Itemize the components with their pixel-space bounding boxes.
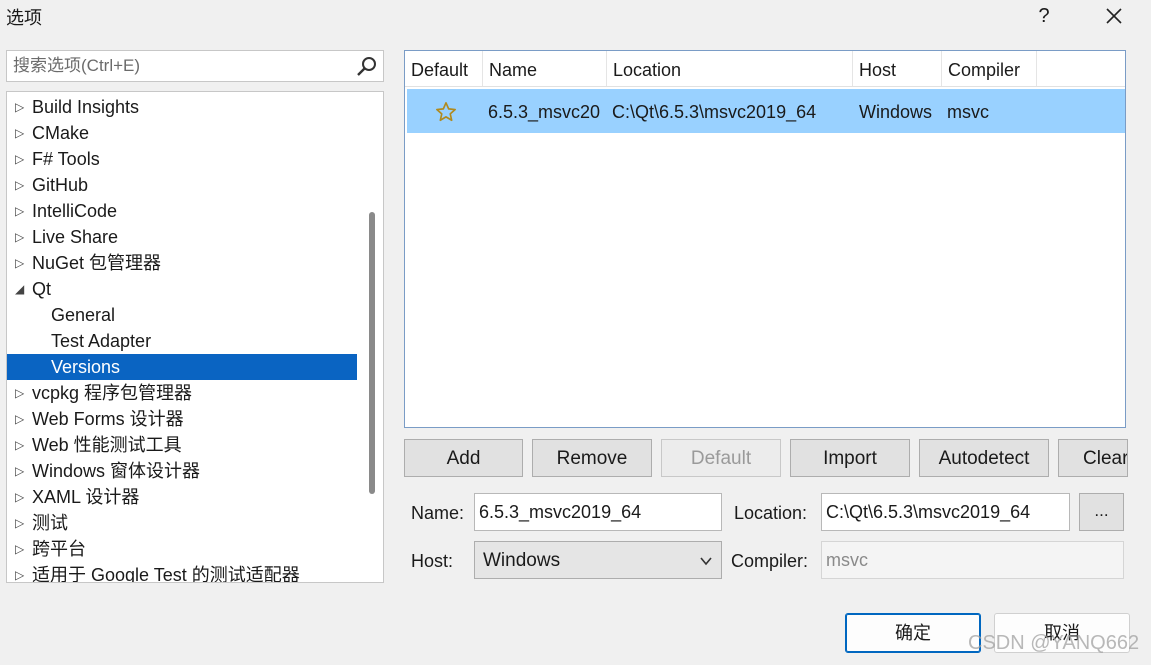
cell-compiler: msvc xyxy=(947,102,989,122)
tree-item[interactable]: ▷ 测试 xyxy=(7,510,357,536)
tree-item-label: NuGet 包管理器 xyxy=(32,253,162,273)
watermark: CSDN @YANQ662 xyxy=(968,632,1140,654)
host-label: Host: xyxy=(411,551,454,571)
tree-item[interactable]: ▷ CMake xyxy=(7,120,357,146)
collapsed-arrow-icon[interactable]: ▷ xyxy=(15,406,27,432)
default-button[interactable]: Default xyxy=(661,439,781,477)
tree-item-label: Versions xyxy=(51,357,121,377)
collapsed-arrow-icon[interactable]: ▷ xyxy=(15,510,27,536)
cell-host: Windows xyxy=(859,102,933,122)
tree-item[interactable]: ▷ IntelliCode xyxy=(7,198,357,224)
tree-item-label: vcpkg 程序包管理器 xyxy=(32,383,193,403)
tree-item-label: Test Adapter xyxy=(51,331,152,351)
tree-item[interactable]: ▷ 跨平台 xyxy=(7,536,357,562)
column-header-host[interactable]: Host xyxy=(853,51,942,86)
column-header-location[interactable]: Location xyxy=(607,51,853,86)
tree-item[interactable]: Versions xyxy=(7,354,357,380)
tree-item[interactable]: ▷ Web Forms 设计器 xyxy=(7,406,357,432)
tree-item-label: 适用于 Google Test 的测试适配器 xyxy=(32,565,300,583)
collapsed-arrow-icon[interactable]: ▷ xyxy=(15,120,27,146)
table-row[interactable]: 6.5.3_msvc20 C:\Qt\6.5.3\msvc2019_64 Win… xyxy=(407,89,1125,133)
tree-item-label: 跨平台 xyxy=(32,539,86,559)
tree-item-label: CMake xyxy=(32,123,90,143)
tree-item[interactable]: ◢ Qt xyxy=(7,276,357,302)
chevron-down-icon xyxy=(700,557,712,566)
collapsed-arrow-icon[interactable]: ▷ xyxy=(15,562,27,582)
tree-item[interactable]: Test Adapter xyxy=(7,328,357,354)
collapsed-arrow-icon[interactable]: ▷ xyxy=(15,224,27,250)
collapsed-arrow-icon[interactable]: ▷ xyxy=(15,250,27,276)
collapsed-arrow-icon[interactable]: ▷ xyxy=(15,484,27,510)
tree-item[interactable]: ▷ Build Insights xyxy=(7,94,357,120)
tree-item[interactable]: General xyxy=(7,302,357,328)
tree-item-label: Web Forms 设计器 xyxy=(32,409,184,429)
cell-name: 6.5.3_msvc20 xyxy=(488,102,601,122)
cell-location: C:\Qt\6.5.3\msvc2019_64 xyxy=(612,102,817,122)
collapsed-arrow-icon[interactable]: ▷ xyxy=(15,536,27,562)
collapsed-arrow-icon[interactable]: ▷ xyxy=(15,458,27,484)
tree-scrollbar-thumb[interactable] xyxy=(369,212,375,494)
tree-item-label: Windows 窗体设计器 xyxy=(32,461,201,481)
compiler-label: Compiler: xyxy=(731,551,809,571)
tree-item[interactable]: ▷ XAML 设计器 xyxy=(7,484,357,510)
title-bar: 选项 ? xyxy=(0,0,1151,36)
import-button[interactable]: Import xyxy=(790,439,910,477)
browse-button[interactable]: ... xyxy=(1079,493,1124,531)
tree-item[interactable]: ▷ NuGet 包管理器 xyxy=(7,250,357,276)
tree-item[interactable]: ▷ GitHub xyxy=(7,172,357,198)
search-icon[interactable] xyxy=(355,55,379,79)
tree-item-label: General xyxy=(51,305,116,325)
ok-button[interactable]: 确定 xyxy=(845,613,981,653)
collapsed-arrow-icon[interactable]: ▷ xyxy=(15,198,27,224)
column-header-name[interactable]: Name xyxy=(483,51,607,86)
collapsed-arrow-icon[interactable]: ▷ xyxy=(15,432,27,458)
dialog-title: 选项 xyxy=(6,8,42,28)
close-button[interactable] xyxy=(1098,2,1130,30)
tree-item-label: Qt xyxy=(32,279,52,299)
location-label: Location: xyxy=(734,503,808,523)
host-select[interactable]: Windows xyxy=(474,541,722,579)
close-icon xyxy=(1106,8,1122,24)
collapsed-arrow-icon[interactable]: ▷ xyxy=(15,146,27,172)
column-header-compiler[interactable]: Compiler xyxy=(942,51,1037,86)
tree-item[interactable]: ▷ Live Share xyxy=(7,224,357,250)
collapsed-arrow-icon[interactable]: ▷ xyxy=(15,94,27,120)
expanded-arrow-icon[interactable]: ◢ xyxy=(15,276,27,302)
search-box xyxy=(6,50,384,82)
options-tree: ▷ Build Insights ▷ CMake ▷ F# Tools ▷ GitHub ▷ In… xyxy=(6,91,384,583)
compiler-field[interactable] xyxy=(821,541,1124,579)
remove-button[interactable]: Remove xyxy=(532,439,652,477)
tree-item[interactable]: ▷ Windows 窗体设计器 xyxy=(7,458,357,484)
tree-item[interactable]: ▷ vcpkg 程序包管理器 xyxy=(7,380,357,406)
tree-item[interactable]: ▷ Web 性能测试工具 xyxy=(7,432,357,458)
tree-item-label: XAML 设计器 xyxy=(32,487,140,507)
table-header: Default Name Location Host Compiler xyxy=(405,51,1125,87)
name-field[interactable] xyxy=(474,493,722,531)
autodetect-button[interactable]: Autodetect xyxy=(919,439,1049,477)
location-field[interactable] xyxy=(821,493,1070,531)
tree-item-label: Build Insights xyxy=(32,97,140,117)
versions-table: Default Name Location Host Compiler 6.5.… xyxy=(404,50,1126,428)
tree-item-label: IntelliCode xyxy=(32,201,118,221)
host-select-value: Windows xyxy=(483,550,561,571)
tree-item-label: Live Share xyxy=(32,227,119,247)
tree-item-label: GitHub xyxy=(32,175,89,195)
column-header-default[interactable]: Default xyxy=(405,51,483,86)
star-icon[interactable] xyxy=(435,101,457,123)
collapsed-arrow-icon[interactable]: ▷ xyxy=(15,380,27,406)
tree-item-label: Web 性能测试工具 xyxy=(32,435,182,455)
search-input[interactable] xyxy=(13,55,353,77)
name-label: Name: xyxy=(411,503,465,523)
help-button[interactable]: ? xyxy=(1032,2,1056,30)
tree-item[interactable]: ▷ F# Tools xyxy=(7,146,357,172)
tree-item-label: F# Tools xyxy=(32,149,100,169)
add-button[interactable]: Add xyxy=(404,439,523,477)
clear-button[interactable]: Clear xyxy=(1058,439,1128,477)
collapsed-arrow-icon[interactable]: ▷ xyxy=(15,172,27,198)
tree-item[interactable]: ▷ 适用于 Google Test 的测试适配器 xyxy=(7,562,357,583)
tree-item-label: 测试 xyxy=(32,513,68,533)
